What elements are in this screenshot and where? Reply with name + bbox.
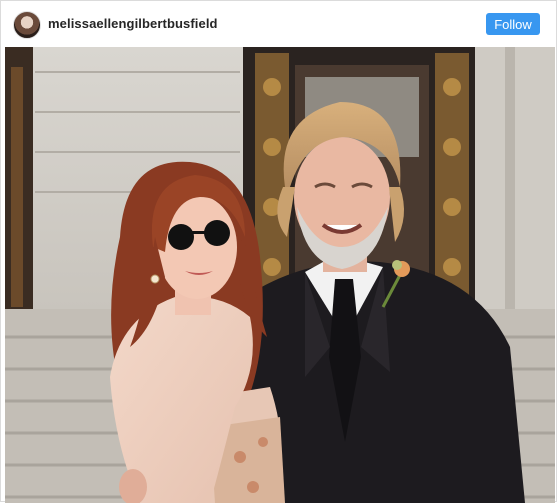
instagram-post-card: melissaellengilbertbusfield Follow bbox=[0, 0, 558, 503]
post-header: melissaellengilbertbusfield Follow bbox=[1, 1, 558, 47]
photo-illustration bbox=[5, 47, 555, 503]
follow-button[interactable]: Follow bbox=[486, 13, 540, 35]
post-photo[interactable] bbox=[5, 47, 555, 503]
profile-avatar[interactable] bbox=[13, 11, 41, 39]
username-link[interactable]: melissaellengilbertbusfield bbox=[48, 16, 218, 31]
